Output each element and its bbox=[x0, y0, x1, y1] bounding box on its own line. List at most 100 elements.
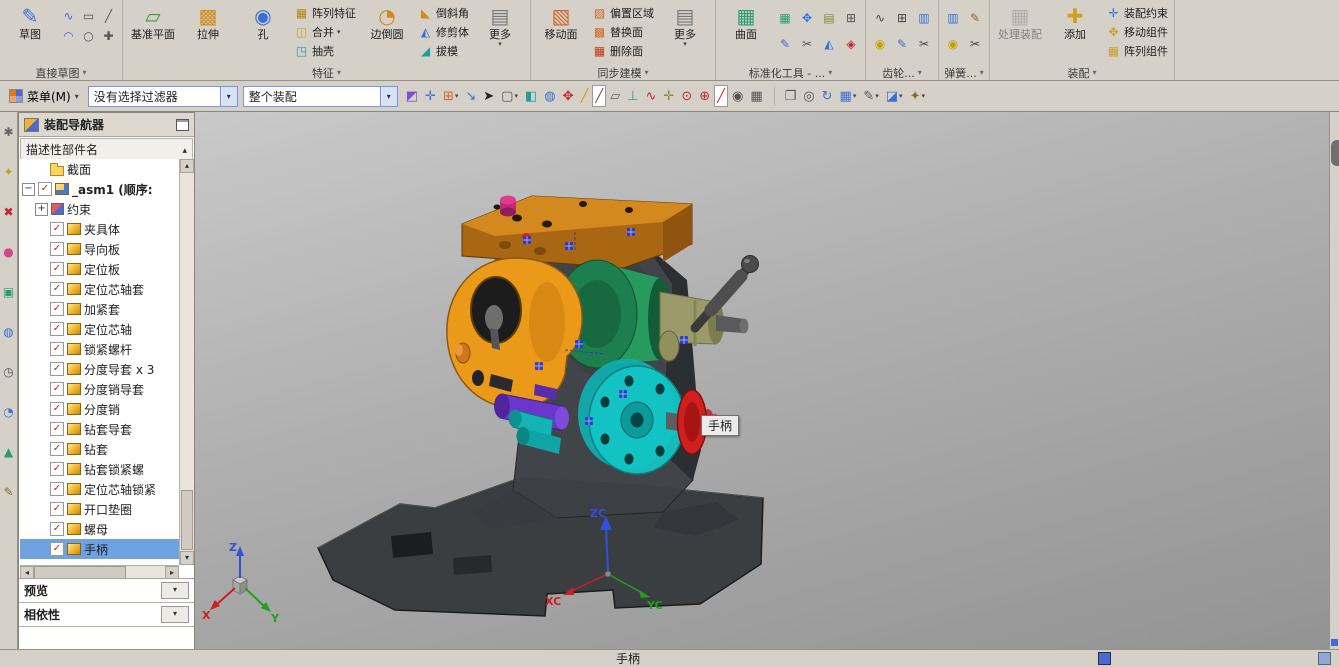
tree-item[interactable]: ✓钻套导套 bbox=[20, 419, 179, 439]
pan-view-icon[interactable]: ↘ bbox=[462, 85, 479, 107]
tree-item[interactable]: ✓开口垫圈 bbox=[20, 499, 179, 519]
checkbox-icon[interactable]: ✓ bbox=[50, 262, 64, 276]
tree-item[interactable]: ✓导向板 bbox=[20, 239, 179, 259]
tree-item[interactable]: ✓加紧套 bbox=[20, 299, 179, 319]
surface-button[interactable]: ▦曲面 bbox=[720, 1, 772, 64]
tree-item[interactable]: ✓定位板 bbox=[20, 259, 179, 279]
navigator-title-bar[interactable]: 装配导航器 bbox=[19, 113, 194, 137]
datum-plane-button[interactable]: ▱基准平面 bbox=[127, 1, 179, 64]
right-bottom-icon[interactable] bbox=[1331, 639, 1338, 646]
gear-coin-icon[interactable]: ◉ bbox=[870, 32, 890, 56]
datum-line-icon[interactable]: ╱ bbox=[578, 85, 592, 107]
ribbon-group-label-standard-tools[interactable]: 标准化工具 - ... bbox=[720, 65, 861, 80]
rectangle-tool-icon[interactable]: ▭ bbox=[79, 6, 98, 25]
checkbox-icon[interactable]: ✓ bbox=[50, 502, 64, 516]
checkbox-icon[interactable]: ✓ bbox=[50, 242, 64, 256]
shaded-cube-icon[interactable]: ◧ bbox=[522, 85, 540, 107]
surface-tool-icon[interactable]: ▦ bbox=[775, 6, 795, 30]
panel-grab-icon[interactable] bbox=[1331, 140, 1339, 166]
tree-item[interactable]: ✓分度导套 x 3 bbox=[20, 359, 179, 379]
select-cursor-icon[interactable]: ➤ bbox=[480, 85, 497, 107]
replace-face-button[interactable]: ▩替换面 bbox=[590, 23, 656, 41]
tree-item[interactable]: ✓分度销 bbox=[20, 399, 179, 419]
tree-item[interactable]: ✓钻套 bbox=[20, 439, 179, 459]
tree-item[interactable]: −✓_asm1 (顺序: bbox=[20, 179, 179, 199]
display-cube-icon[interactable]: ◪▾ bbox=[883, 85, 906, 107]
shaded-sphere-icon[interactable]: ◍ bbox=[541, 85, 558, 107]
checkbox-icon[interactable]: ✓ bbox=[50, 222, 64, 236]
checkbox-icon[interactable]: ✓ bbox=[50, 362, 64, 376]
circle-icon[interactable]: ⊙ bbox=[678, 85, 695, 107]
gear-curve-icon[interactable]: ∿ bbox=[870, 6, 890, 30]
checkbox-icon[interactable]: ✓ bbox=[50, 322, 64, 336]
history-icon[interactable]: ◷ bbox=[3, 360, 13, 384]
gear-table-icon[interactable]: ⊞ bbox=[892, 6, 912, 30]
move-component-button[interactable]: ✥移动组件 bbox=[1104, 23, 1170, 41]
info-grid-icon[interactable]: ▦ bbox=[747, 85, 765, 107]
studio-spline-icon[interactable]: ∿ bbox=[643, 85, 660, 107]
sketch-button[interactable]: ✎草图 bbox=[4, 1, 56, 64]
tree-item[interactable]: ✓定位芯轴 bbox=[20, 319, 179, 339]
pattern-component-button[interactable]: ▦阵列组件 bbox=[1104, 42, 1170, 60]
checkbox-icon[interactable]: ✓ bbox=[50, 442, 64, 456]
analysis-tool-icon[interactable]: ◭ bbox=[819, 32, 839, 56]
pattern-feature-button[interactable]: ▦阵列特征 bbox=[292, 4, 358, 22]
process-assembly-button[interactable]: ▦处理装配 bbox=[994, 1, 1046, 64]
chevron-down-icon[interactable] bbox=[380, 87, 397, 106]
section-dependencies[interactable]: 相依性▾ bbox=[19, 603, 194, 627]
ribbon-group-label-assemblies[interactable]: 装配 bbox=[994, 65, 1170, 80]
spring-trim-icon[interactable]: ✂ bbox=[965, 32, 985, 56]
crosshair-icon[interactable]: ⊕ bbox=[696, 85, 713, 107]
tree-item[interactable]: 截面 bbox=[20, 159, 179, 179]
vertical-scroll-thumb[interactable] bbox=[181, 490, 193, 550]
datum-plane-icon[interactable]: ▱ bbox=[607, 85, 623, 107]
profile-curve-icon[interactable]: ∿ bbox=[59, 6, 78, 25]
expander-icon[interactable]: + bbox=[35, 203, 48, 216]
point-tool-icon[interactable]: ✚ bbox=[99, 26, 118, 45]
spring-coin-icon[interactable]: ◉ bbox=[943, 32, 963, 56]
reuse-library-icon[interactable]: ● bbox=[3, 240, 13, 264]
scroll-down-icon[interactable]: ▾ bbox=[180, 551, 194, 565]
move-component-tool-icon[interactable]: ✥ bbox=[560, 85, 577, 107]
hd3d-tools-icon[interactable]: ▣ bbox=[3, 280, 14, 304]
constraint-filter-icon[interactable]: ✦ bbox=[3, 160, 13, 184]
checkbox-icon[interactable]: ✓ bbox=[50, 482, 64, 496]
menu-button[interactable]: 菜单(M) bbox=[5, 86, 83, 107]
more-sync-button[interactable]: ▤更多▾ bbox=[659, 1, 711, 64]
checkbox-icon[interactable]: ✓ bbox=[50, 542, 64, 556]
view-orient-cube-icon[interactable]: ◩ bbox=[403, 85, 421, 107]
offset-region-button[interactable]: ▨偏置区域 bbox=[590, 4, 656, 22]
extrude-button[interactable]: ▩拉伸 bbox=[182, 1, 234, 64]
gear-trim-icon[interactable]: ✂ bbox=[914, 32, 934, 56]
add-component-button[interactable]: ✚添加 bbox=[1049, 1, 1101, 64]
capture-window-icon[interactable]: ❐ bbox=[782, 85, 800, 107]
checkbox-icon[interactable]: ✓ bbox=[50, 522, 64, 536]
expand-section-icon[interactable]: ▾ bbox=[161, 582, 189, 599]
draft-button[interactable]: ◢拔模 bbox=[416, 42, 471, 60]
command-finder-icon[interactable]: ✦▾ bbox=[907, 85, 928, 107]
status-corner-icon[interactable] bbox=[1318, 652, 1331, 665]
tree-horizontal-scrollbar[interactable]: ◂ ▸ bbox=[20, 565, 179, 579]
trim-body-button[interactable]: ◭修剪体 bbox=[416, 23, 471, 41]
refresh-view-icon[interactable]: ↻ bbox=[819, 85, 836, 107]
arc-tool-icon[interactable]: ◠ bbox=[59, 26, 78, 45]
move-face-button[interactable]: ▧移动面 bbox=[535, 1, 587, 64]
layers-tool-icon[interactable]: ▤ bbox=[819, 6, 839, 30]
zoom-check-icon[interactable]: ◉ bbox=[729, 85, 746, 107]
checkbox-icon[interactable]: ✓ bbox=[50, 462, 64, 476]
delete-face-button[interactable]: ▦删除面 bbox=[590, 42, 656, 60]
manager-icon[interactable]: ▲ bbox=[4, 440, 13, 464]
ribbon-group-label-feature[interactable]: 特征 bbox=[127, 65, 526, 80]
tree-item[interactable]: ✓分度销导套 bbox=[20, 379, 179, 399]
checkbox-icon[interactable]: ✓ bbox=[38, 182, 52, 196]
spring-books-icon[interactable]: ▥ bbox=[943, 6, 963, 30]
tree-item[interactable]: +约束 bbox=[20, 199, 179, 219]
table-tool-icon[interactable]: ⊞ bbox=[841, 6, 861, 30]
selection-scope-dropdown[interactable]: 整个装配 bbox=[243, 86, 398, 107]
pencil-tool-icon[interactable]: ✎ bbox=[775, 32, 795, 56]
annotation-pen-icon[interactable]: ✎▾ bbox=[860, 85, 881, 107]
gear-pencil-icon[interactable]: ✎ bbox=[892, 32, 912, 56]
move-tool-icon[interactable]: ✥ bbox=[797, 6, 817, 30]
gear-icon[interactable]: ✱ bbox=[3, 120, 13, 144]
roles-icon[interactable]: ✎ bbox=[3, 480, 13, 504]
